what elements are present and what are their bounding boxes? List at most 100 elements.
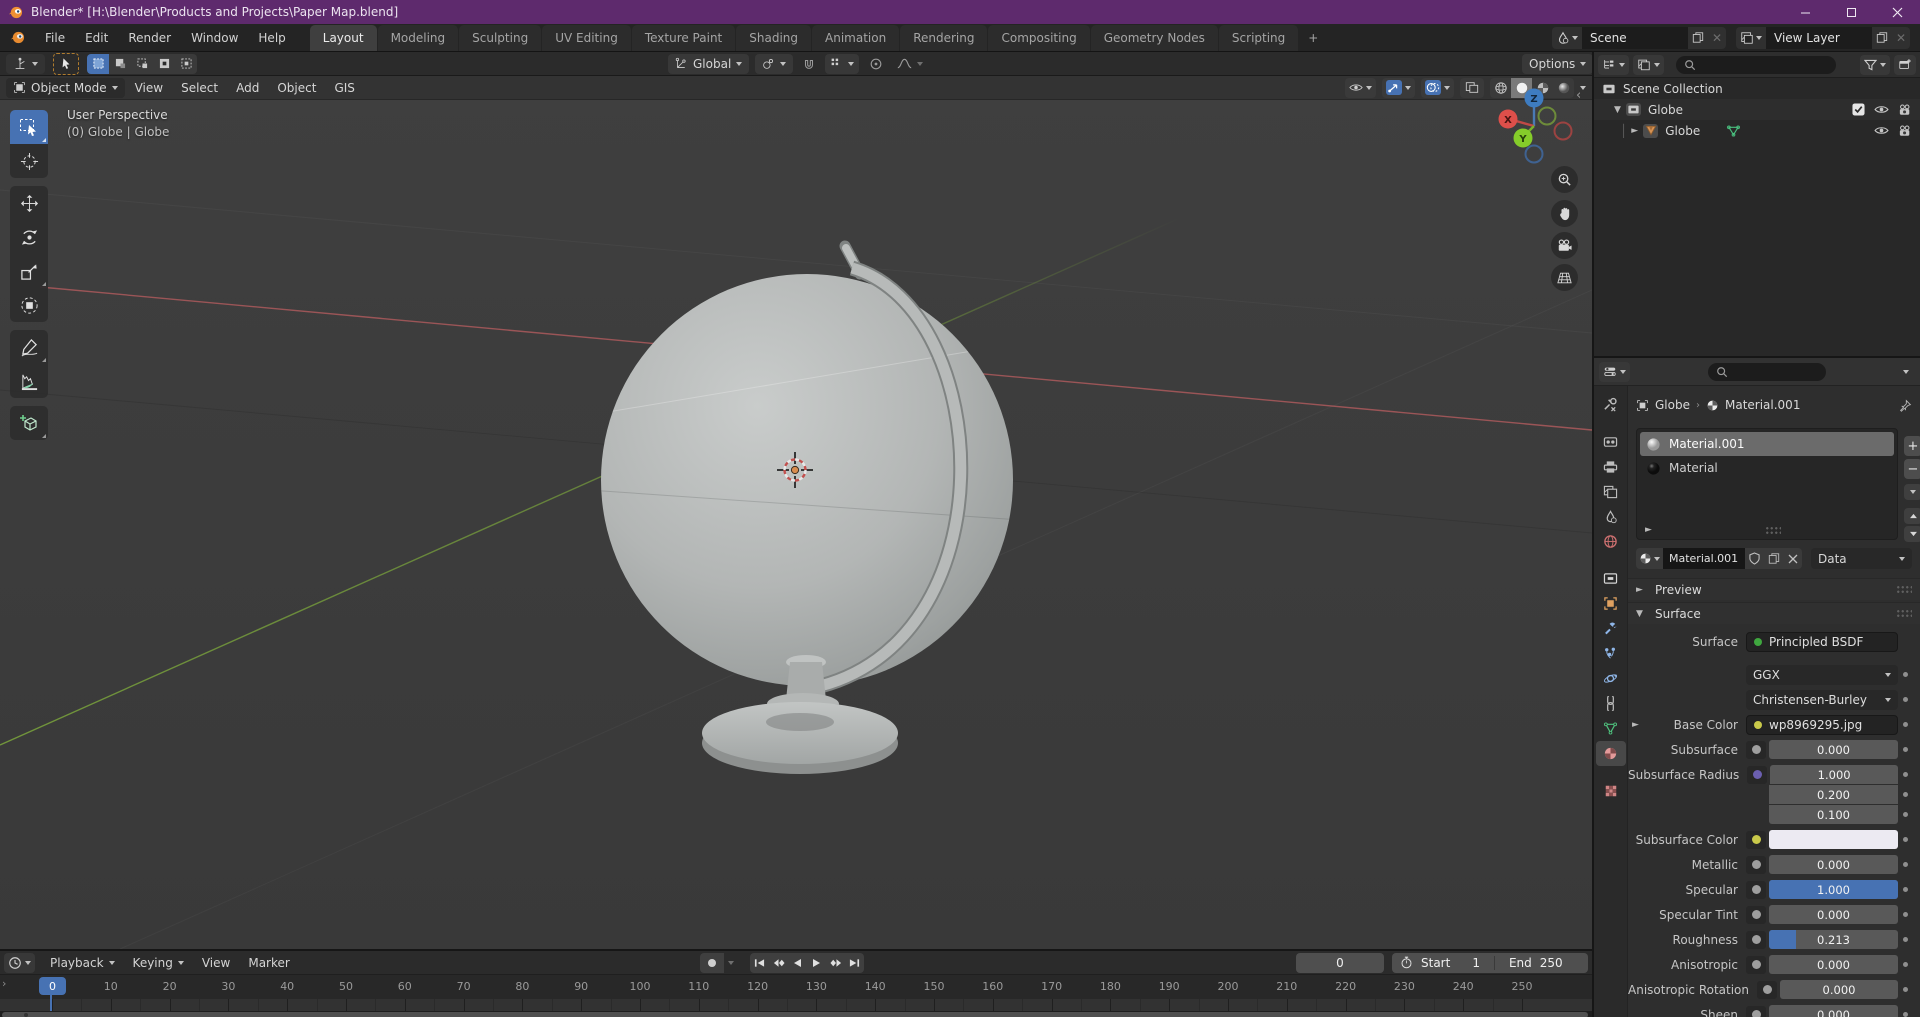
tab-uv-editing[interactable]: UV Editing [542,25,631,51]
menu-help[interactable]: Help [248,24,295,51]
node-socket-button[interactable] [1746,1005,1766,1017]
next-keyframe-button[interactable] [826,952,845,973]
gizmo-axis-z[interactable]: Z [1524,88,1544,108]
animate-dot[interactable] [1898,697,1912,702]
camera-view-button[interactable] [1551,232,1578,259]
breadcrumb-material[interactable]: Material.001 [1725,398,1800,412]
add-workspace-button[interactable]: + [1299,25,1327,51]
tab-material[interactable] [1595,741,1626,766]
preview-panel-header[interactable]: ► Preview [1628,578,1920,600]
editor-type-3d-viewport-button[interactable] [6,53,45,74]
gizmo-axis-z-neg[interactable] [1524,144,1544,164]
panel-drag-grip[interactable] [1896,585,1912,594]
color-swatch[interactable] [1769,830,1898,849]
panel-drag-grip[interactable] [1896,609,1912,618]
node-socket-button[interactable] [1746,930,1766,949]
hide-eye-icon[interactable] [1874,125,1889,136]
tab-scripting[interactable]: Scripting [1218,25,1299,51]
timeline-menu-marker[interactable]: Marker [239,956,298,970]
tab-geometry-nodes[interactable]: Geometry Nodes [1090,25,1218,51]
current-frame-indicator[interactable]: 0 [39,977,66,995]
tab-rendering[interactable]: Rendering [900,25,988,51]
viewport-menu-view[interactable]: View [127,81,171,95]
tab-tool[interactable] [1596,392,1626,417]
select-mode-subtract-button[interactable] [131,53,153,74]
move-slot-up-button[interactable] [1904,508,1920,524]
editor-type-outliner-button[interactable] [1598,54,1629,75]
tab-sculpting[interactable]: Sculpting [459,25,542,51]
jump-to-start-button[interactable] [750,952,769,973]
surface-shader-field[interactable]: Principled BSDF [1746,631,1898,652]
animate-dot[interactable] [1898,862,1912,867]
play-reverse-button[interactable] [788,952,807,973]
tab-object-constraints[interactable] [1596,691,1626,716]
tab-particles[interactable] [1596,641,1626,666]
animate-dot[interactable] [1898,722,1912,727]
scene-icon-dropdown[interactable] [1552,26,1582,49]
jump-to-end-button[interactable] [845,952,864,973]
options-dropdown[interactable]: Options [1522,53,1594,74]
node-socket-button[interactable] [1746,880,1766,899]
outliner-row-collection-globe[interactable]: ▼ Globe [1594,99,1920,120]
timeline-ruler[interactable]: 10 20 30 40 50 60 70 80 90 100 110 120 130 140 150 160 1… [0,975,1592,999]
gizmos-dropdown[interactable] [1382,77,1415,98]
properties-search-input[interactable] [1707,362,1826,381]
minimize-button[interactable] [1782,0,1828,24]
properties-options-caret[interactable] [1903,369,1909,374]
tool-transform[interactable] [10,288,48,322]
tab-world[interactable] [1596,529,1626,554]
proportional-editing-button[interactable] [865,57,887,71]
select-mode-extend-button[interactable] [109,53,131,74]
tab-object-data[interactable] [1596,716,1626,741]
exclude-checkbox[interactable] [1852,103,1865,116]
navigation-gizmo[interactable]: Z X Y [1494,80,1586,172]
unlink-datablock-button[interactable] [1783,548,1802,569]
copy-datablock-button[interactable] [1764,548,1783,569]
tool-cursor[interactable] [10,144,48,178]
viewport-menu-select[interactable]: Select [173,81,226,95]
tab-modeling[interactable]: Modeling [377,25,459,51]
tool-rotate[interactable] [10,220,48,254]
animate-dot[interactable] [1898,887,1912,892]
tab-render[interactable] [1596,429,1626,454]
close-button[interactable] [1874,0,1920,24]
collapse-triangle-icon[interactable]: ▼ [1614,105,1626,115]
object-visibility-dropdown[interactable] [1345,77,1376,98]
tab-scene[interactable] [1596,504,1626,529]
tool-scale[interactable] [10,254,48,288]
node-socket-button[interactable] [1746,830,1766,849]
value-slider[interactable]: 0.100 [1769,805,1898,824]
tool-move[interactable] [10,186,48,220]
timeline-expand-arrow[interactable]: › [2,977,6,990]
browse-material-dropdown[interactable] [1636,548,1663,569]
tab-output[interactable] [1596,454,1626,479]
play-button[interactable] [807,952,826,973]
view-layer-icon-dropdown[interactable] [1736,26,1766,49]
link-mode-dropdown[interactable]: Data [1811,548,1912,569]
disable-render-camera-icon[interactable] [1898,104,1912,116]
sidebar-collapse-arrow[interactable]: ‹ [1576,88,1581,103]
gizmo-axis-y[interactable]: Y [1513,128,1533,148]
add-material-slot-button[interactable]: + [1904,436,1920,456]
animate-dot[interactable] [1898,912,1912,917]
maximize-button[interactable] [1828,0,1874,24]
select-mode-set-button[interactable] [87,53,109,74]
orthographic-toggle-button[interactable] [1551,264,1578,291]
outliner-search-input[interactable] [1676,55,1836,74]
node-socket-button[interactable] [1746,905,1766,924]
animate-dot[interactable] [1898,987,1912,992]
tab-modifiers[interactable] [1596,616,1626,641]
view-layer-name-field[interactable]: View Layer [1766,26,1872,49]
animate-dot[interactable] [1898,1012,1912,1017]
outliner-row-object-globe[interactable]: │ ► Globe [1594,120,1920,141]
material-slot[interactable]: Material [1640,456,1894,480]
breadcrumb-object[interactable]: Globe [1655,398,1690,412]
tab-physics[interactable] [1596,666,1626,691]
tab-view-layer[interactable] [1596,479,1626,504]
select-mode-invert-button[interactable] [153,53,175,74]
outliner-row-scene-collection[interactable]: Scene Collection [1594,78,1920,99]
expand-triangle-icon[interactable]: ► [1631,126,1643,136]
pin-icon[interactable] [1899,399,1912,412]
move-slot-down-button[interactable] [1904,526,1920,542]
editor-type-properties-button[interactable] [1599,361,1630,382]
